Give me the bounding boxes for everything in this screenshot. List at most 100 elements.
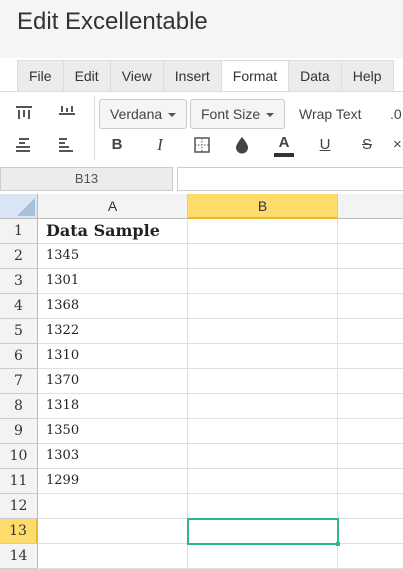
column-header-b[interactable]: B [188,194,338,219]
tab-edit[interactable]: Edit [62,60,110,92]
select-all-triangle-icon [17,198,35,216]
align-middle-icon[interactable] [55,102,79,124]
cell-b[interactable] [188,269,338,294]
cell-c[interactable] [338,319,403,344]
cell-a[interactable]: 1318 [38,394,188,419]
column-header-c[interactable] [338,194,403,219]
cell-b[interactable] [188,294,338,319]
cell-a[interactable]: 1310 [38,344,188,369]
strikethrough-button[interactable]: S [354,133,380,157]
font-family-label: Verdana [110,106,163,122]
row-header[interactable]: 1 [0,219,38,244]
row-header[interactable]: 3 [0,269,38,294]
cell-a[interactable]: 1368 [38,294,188,319]
droplet-icon [236,137,248,154]
font-size-dropdown[interactable]: Font Size [190,99,286,129]
tab-help[interactable]: Help [340,60,394,92]
tab-insert[interactable]: Insert [162,60,221,92]
align-top-icon[interactable] [12,102,36,124]
row-header[interactable]: 10 [0,444,38,469]
more-options-button[interactable]: × [393,133,403,157]
cell-c[interactable] [338,494,403,519]
cell-b[interactable] [188,444,338,469]
italic-button[interactable]: I [147,133,173,157]
cell-a[interactable] [38,519,188,544]
align-left-icon[interactable] [12,134,36,156]
cell-a[interactable] [38,544,188,569]
row-header[interactable]: 13 [0,519,38,544]
row-header[interactable]: 6 [0,344,38,369]
chevron-down-icon [168,113,177,118]
toolbar-separator [94,96,95,160]
cell-c[interactable] [338,469,403,494]
cell-c[interactable] [338,294,403,319]
font-family-dropdown[interactable]: Verdana [99,99,188,129]
borders-button[interactable] [189,133,215,157]
tab-data[interactable]: Data [288,60,341,92]
select-all-corner[interactable] [0,194,38,219]
align-right-icon[interactable] [55,134,79,156]
row-header[interactable]: 14 [0,544,38,569]
cell-c[interactable] [338,369,403,394]
cell-c[interactable] [338,544,403,569]
row-header[interactable]: 12 [0,494,38,519]
cell-c[interactable] [338,394,403,419]
cell-reference-box[interactable]: B13 [0,167,173,191]
cell-c[interactable] [338,344,403,369]
row-header[interactable]: 11 [0,469,38,494]
text-color-swatch [274,153,294,157]
tab-file[interactable]: File [17,60,63,92]
chevron-down-icon [266,113,275,118]
cell-a[interactable]: 1322 [38,319,188,344]
row-header[interactable]: 8 [0,394,38,419]
cell-b[interactable] [188,544,338,569]
cell-c[interactable] [338,519,403,544]
underline-button[interactable]: U [312,133,338,157]
cell-a[interactable]: 1350 [38,419,188,444]
cell-a[interactable]: 1299 [38,469,188,494]
cell-b[interactable] [188,494,338,519]
toolbar: Verdana Font Size Wrap Text .0 B I A U S… [0,92,403,164]
cell-b[interactable] [188,319,338,344]
text-color-label: A [278,134,290,151]
cell-b[interactable] [188,369,338,394]
bold-button[interactable]: B [104,133,130,157]
row-header[interactable]: 9 [0,419,38,444]
cell-c[interactable] [338,244,403,269]
cell-c[interactable] [338,419,403,444]
cell-a[interactable]: 1345 [38,244,188,269]
cell-b[interactable] [188,519,338,544]
cell-c[interactable] [338,219,403,244]
cell-b[interactable] [188,469,338,494]
cell-b[interactable] [188,394,338,419]
font-size-label: Font Size [201,106,261,122]
cell-b[interactable] [188,244,338,269]
cell-a[interactable]: Data Sample [38,219,188,244]
cell-a[interactable]: 1303 [38,444,188,469]
column-header-a[interactable]: A [38,194,188,219]
cell-a[interactable] [38,494,188,519]
cell-c[interactable] [338,269,403,294]
cell-a[interactable]: 1301 [38,269,188,294]
cell-b[interactable] [188,344,338,369]
cell-c[interactable] [338,444,403,469]
title-bar: Edit Excellentable [0,0,403,58]
fill-color-button[interactable] [229,133,255,157]
menu-bar: File Edit View Insert Format Data Help [17,60,394,92]
cell-b[interactable] [188,219,338,244]
row-header[interactable]: 5 [0,319,38,344]
row-header[interactable]: 2 [0,244,38,269]
tab-format[interactable]: Format [220,60,289,92]
spreadsheet-grid: A B 1 Data Sample 2 1345 3 1301 4 1368 5 1322 6 131… [0,194,403,569]
decimal-button[interactable]: .0 [390,99,402,129]
tab-view[interactable]: View [109,60,163,92]
formula-input[interactable] [177,167,403,191]
text-color-button[interactable]: A [271,133,297,157]
cell-a[interactable]: 1370 [38,369,188,394]
borders-icon [194,137,210,153]
row-header[interactable]: 4 [0,294,38,319]
row-header[interactable]: 7 [0,369,38,394]
cell-b[interactable] [188,419,338,444]
wrap-text-button[interactable]: Wrap Text [299,99,362,129]
formula-bar: B13 [0,164,403,194]
